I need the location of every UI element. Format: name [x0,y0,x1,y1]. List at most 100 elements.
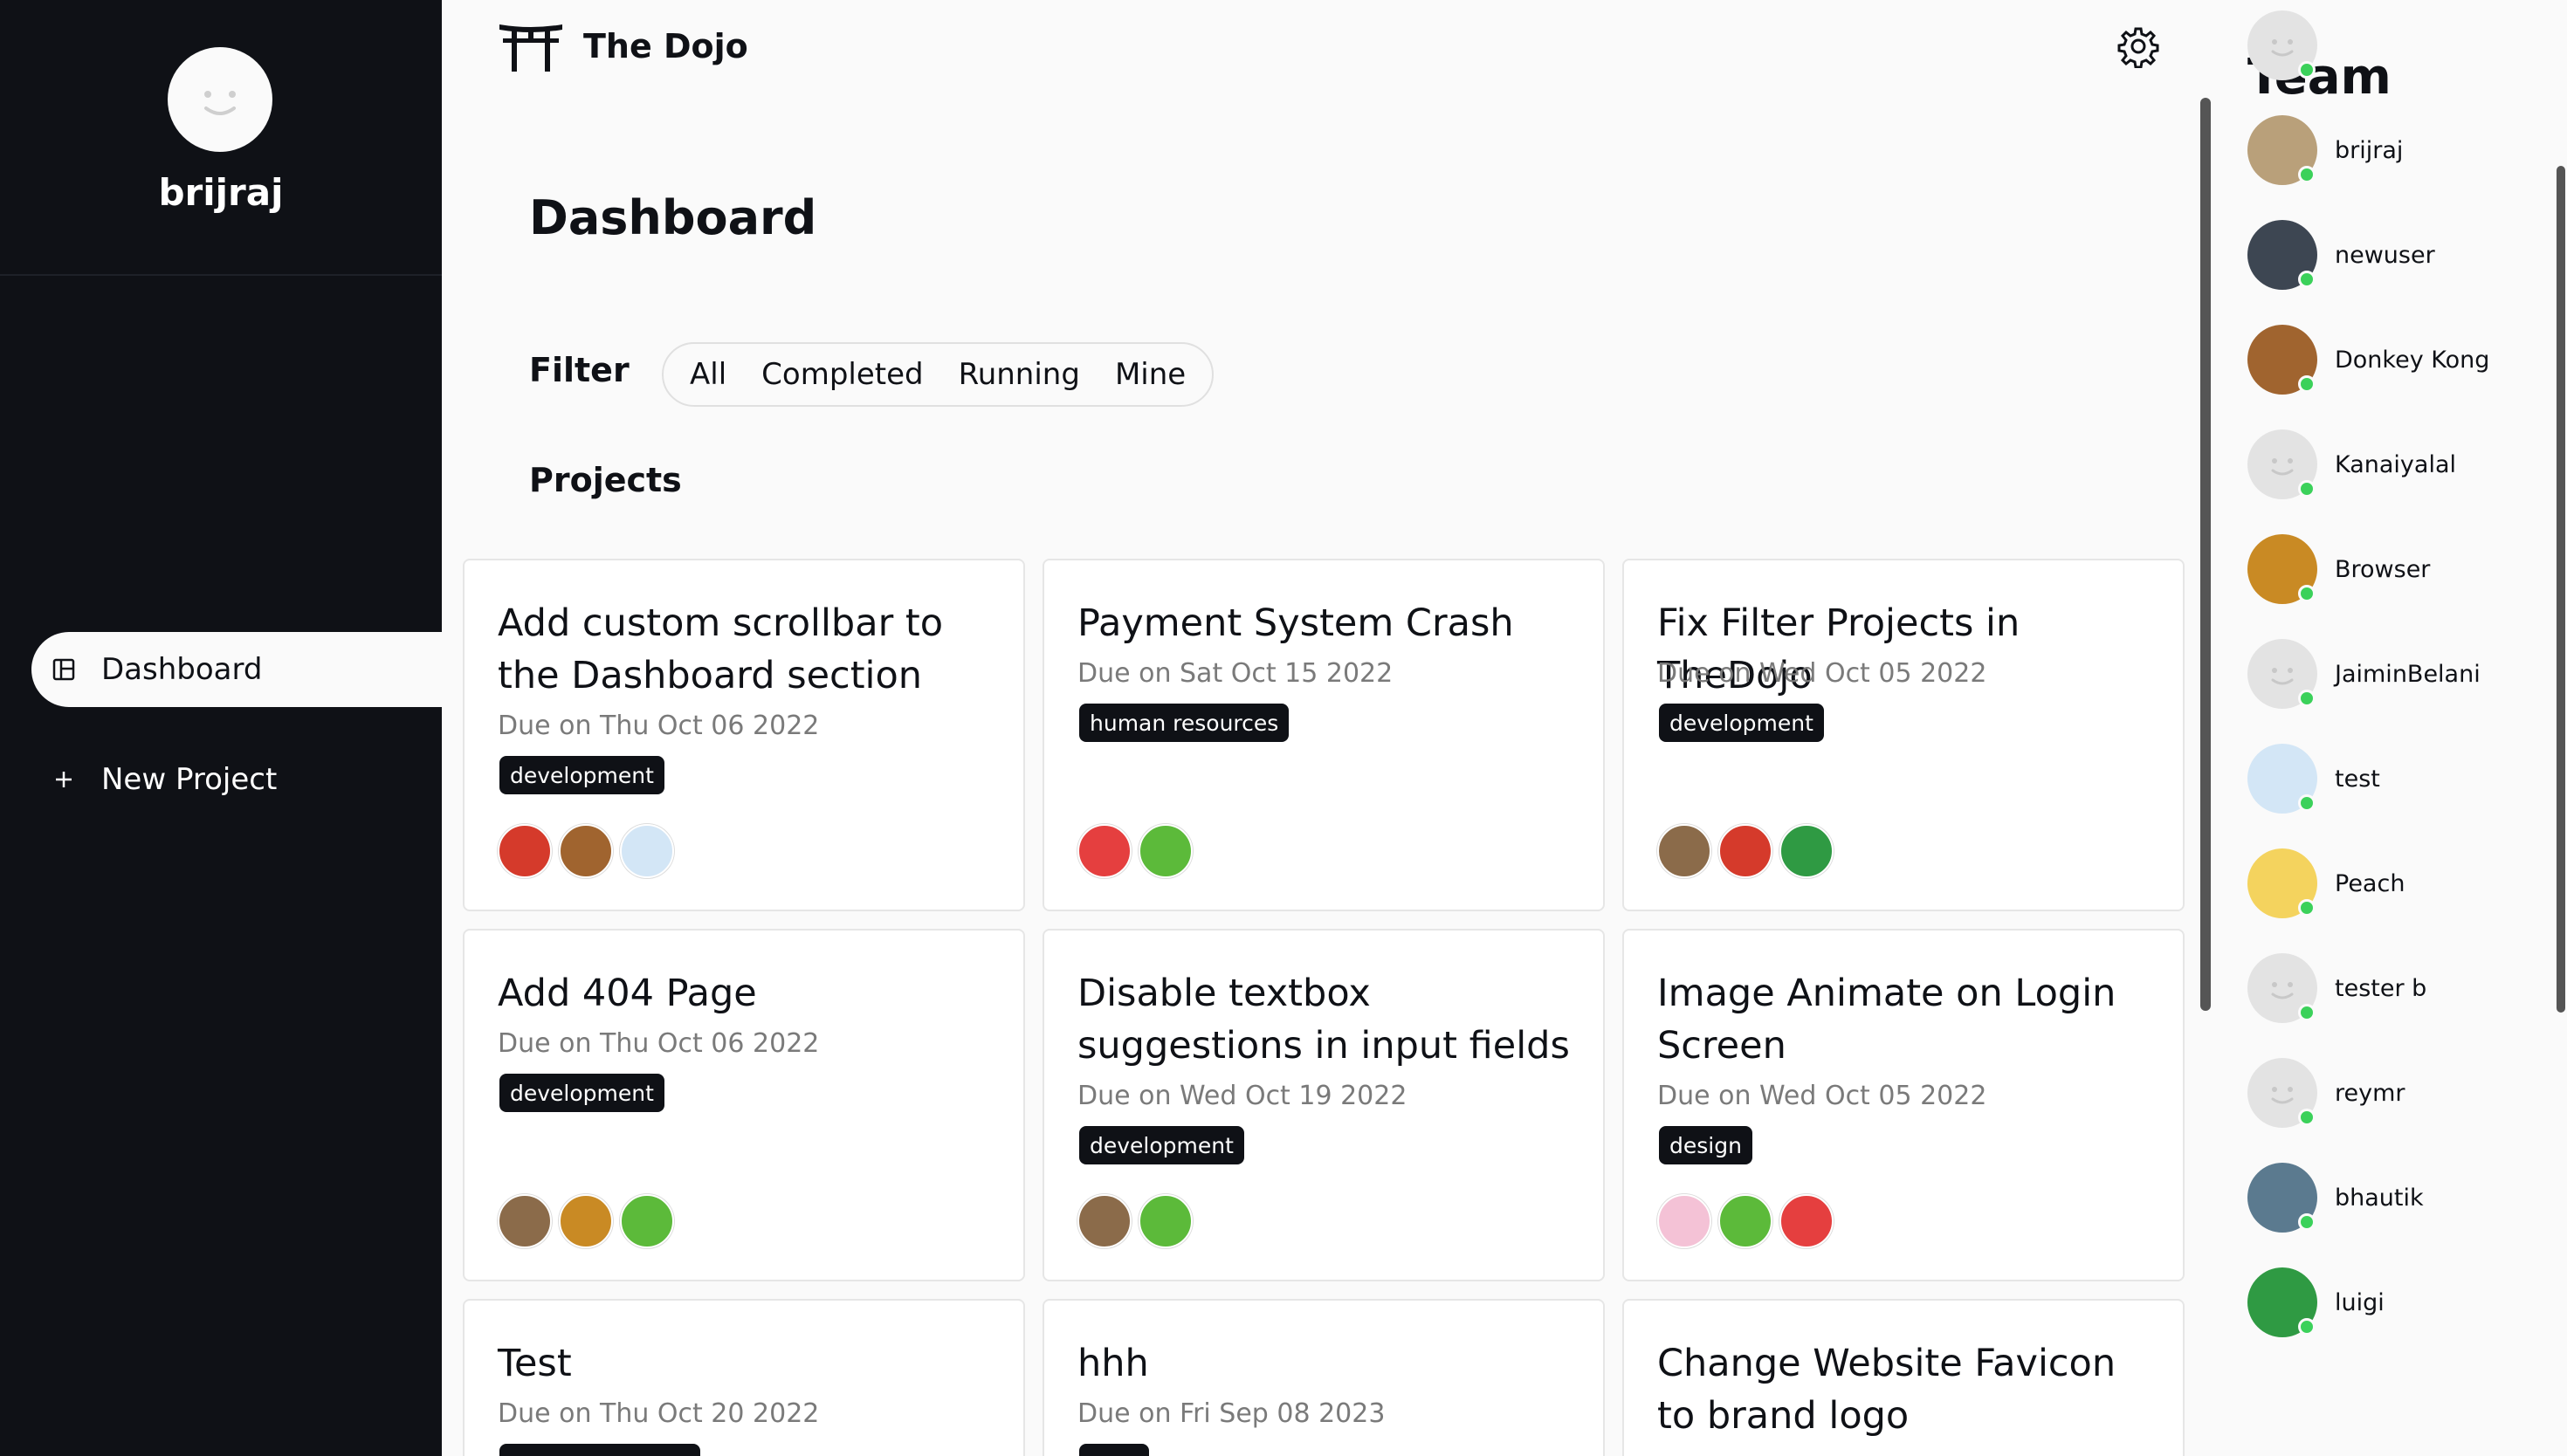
filter-completed-button[interactable]: Completed [761,357,923,392]
team-member[interactable]: newuser [2247,220,2435,290]
gear-icon[interactable] [2116,24,2160,69]
team-member-name: JaiminBelani [2335,660,2481,688]
team-scrollbar[interactable] [2557,166,2565,1013]
project-due-date: Due on Wed Oct 05 2022 [1657,658,1987,689]
member-avatar [2247,10,2317,80]
project-category-tag: development [499,756,664,794]
project-card[interactable]: Fix Filter Projects in TheDojo Due on We… [1622,559,2185,911]
member-avatar[interactable] [559,1194,613,1248]
project-members [498,824,674,878]
project-category-tag: development [1079,1126,1244,1164]
project-card[interactable]: Image Animate on Login Screen Due on Wed… [1622,929,2185,1281]
sidebar-item-label: New Project [101,762,278,797]
team-member[interactable]: bhautik [2247,1163,2424,1233]
online-status-icon [2298,480,2316,498]
member-avatar[interactable] [1718,824,1772,878]
sidebar-item-label: Dashboard [101,652,263,687]
sidebar-divider [0,274,442,276]
team-member[interactable]: reymr [2247,1058,2405,1128]
project-title: Disable textbox suggestions in input fie… [1077,972,1570,1068]
team-member[interactable]: test [2247,744,2380,814]
team-member[interactable]: luigi [2247,1267,2385,1337]
team-member-name: Peach [2335,869,2405,897]
team-member-name: test [2335,765,2380,793]
team-member[interactable]: Donkey Kong [2247,325,2489,395]
team-member[interactable]: JaiminBelani [2247,639,2481,709]
project-category-tag: human resources [1079,704,1290,742]
team-member-name: luigi [2335,1288,2385,1316]
main-content: The Dojo Dashboard Filter All Completed … [442,0,2199,1456]
project-card[interactable]: Change Website Favicon to brand logo [1622,1299,2185,1456]
team-panel: Team brijraj newuser Donkey Kong Kanaiyalal… [2211,0,2567,1456]
member-avatar [2247,848,2317,918]
member-avatar[interactable] [620,824,674,878]
online-status-icon [2298,375,2316,393]
project-card[interactable]: Add 404 Page Due on Thu Oct 06 2022 deve… [463,929,1025,1281]
online-status-icon [2298,794,2316,812]
project-title: Add custom scrollbar to the Dashboard se… [498,601,944,697]
team-member[interactable] [2247,10,2335,80]
online-status-icon [2298,166,2316,183]
sidebar-item-dashboard[interactable]: Dashboard [31,632,442,707]
member-avatar[interactable] [498,824,552,878]
member-avatar[interactable] [1779,1194,1834,1248]
team-member[interactable]: Peach [2247,848,2405,918]
top-navbar: The Dojo [442,0,2199,96]
member-avatar [2247,744,2317,814]
project-title: Payment System Crash [1077,601,1514,645]
online-status-icon [2298,271,2316,288]
team-member-name: Browser [2335,555,2431,583]
online-status-icon [2298,61,2316,79]
member-avatar[interactable] [559,824,613,878]
member-avatar[interactable] [1718,1194,1772,1248]
sidebar-item-new-project[interactable]: New Project [31,742,442,817]
member-avatar [2247,429,2317,499]
member-avatar[interactable] [1657,824,1711,878]
project-card[interactable]: Test Due on Thu Oct 20 2022 [463,1299,1025,1456]
project-category-tag: development [1659,704,1824,742]
team-member-name: bhautik [2335,1184,2424,1212]
project-card[interactable]: hhh Due on Fri Sep 08 2023 [1043,1299,1605,1456]
project-due-date: Due on Thu Oct 06 2022 [498,711,820,741]
filter-all-button[interactable]: All [690,357,726,392]
app-name: The Dojo [583,27,748,65]
member-avatar[interactable] [620,1194,674,1248]
team-member-name: newuser [2335,241,2435,269]
member-avatar[interactable] [1077,824,1132,878]
logo[interactable]: The Dojo [498,21,748,72]
torii-gate-icon [499,24,562,72]
project-card[interactable]: Disable textbox suggestions in input fie… [1043,929,1605,1281]
member-avatar[interactable] [1779,824,1834,878]
team-member-name: Kanaiyalal [2335,450,2457,478]
team-member-name: Donkey Kong [2335,346,2490,374]
page-title: Dashboard [529,190,817,245]
sidebar-username: brijraj [158,171,284,214]
member-avatar[interactable] [1657,1194,1711,1248]
team-member[interactable]: tester b [2247,953,2426,1023]
member-avatar [2247,1058,2317,1128]
project-title: Test [498,1342,572,1385]
member-avatar [2247,1267,2317,1337]
team-member[interactable]: brijraj [2247,115,2403,185]
member-avatar[interactable] [1139,824,1193,878]
team-member[interactable]: Kanaiyalal [2247,429,2456,499]
online-status-icon [2298,899,2316,917]
user-avatar[interactable] [168,47,272,152]
project-members [1657,824,1834,878]
filter-mine-button[interactable]: Mine [1115,357,1186,392]
filter-label: Filter [529,351,630,389]
project-members [1077,1194,1193,1248]
project-card[interactable]: Payment System Crash Due on Sat Oct 15 2… [1043,559,1605,911]
member-avatar[interactable] [1077,1194,1132,1248]
project-due-date: Due on Wed Oct 19 2022 [1077,1081,1407,1111]
member-avatar[interactable] [498,1194,552,1248]
filter-bar: All Completed Running Mine [662,342,1215,407]
team-member-name: tester b [2335,974,2427,1002]
main-scrollbar[interactable] [2200,98,2211,1011]
member-avatar [2247,534,2317,604]
project-card[interactable]: Add custom scrollbar to the Dashboard se… [463,559,1025,911]
team-member-name: reymr [2335,1079,2405,1107]
member-avatar[interactable] [1139,1194,1193,1248]
filter-running-button[interactable]: Running [959,357,1080,392]
team-member[interactable]: Browser [2247,534,2430,604]
